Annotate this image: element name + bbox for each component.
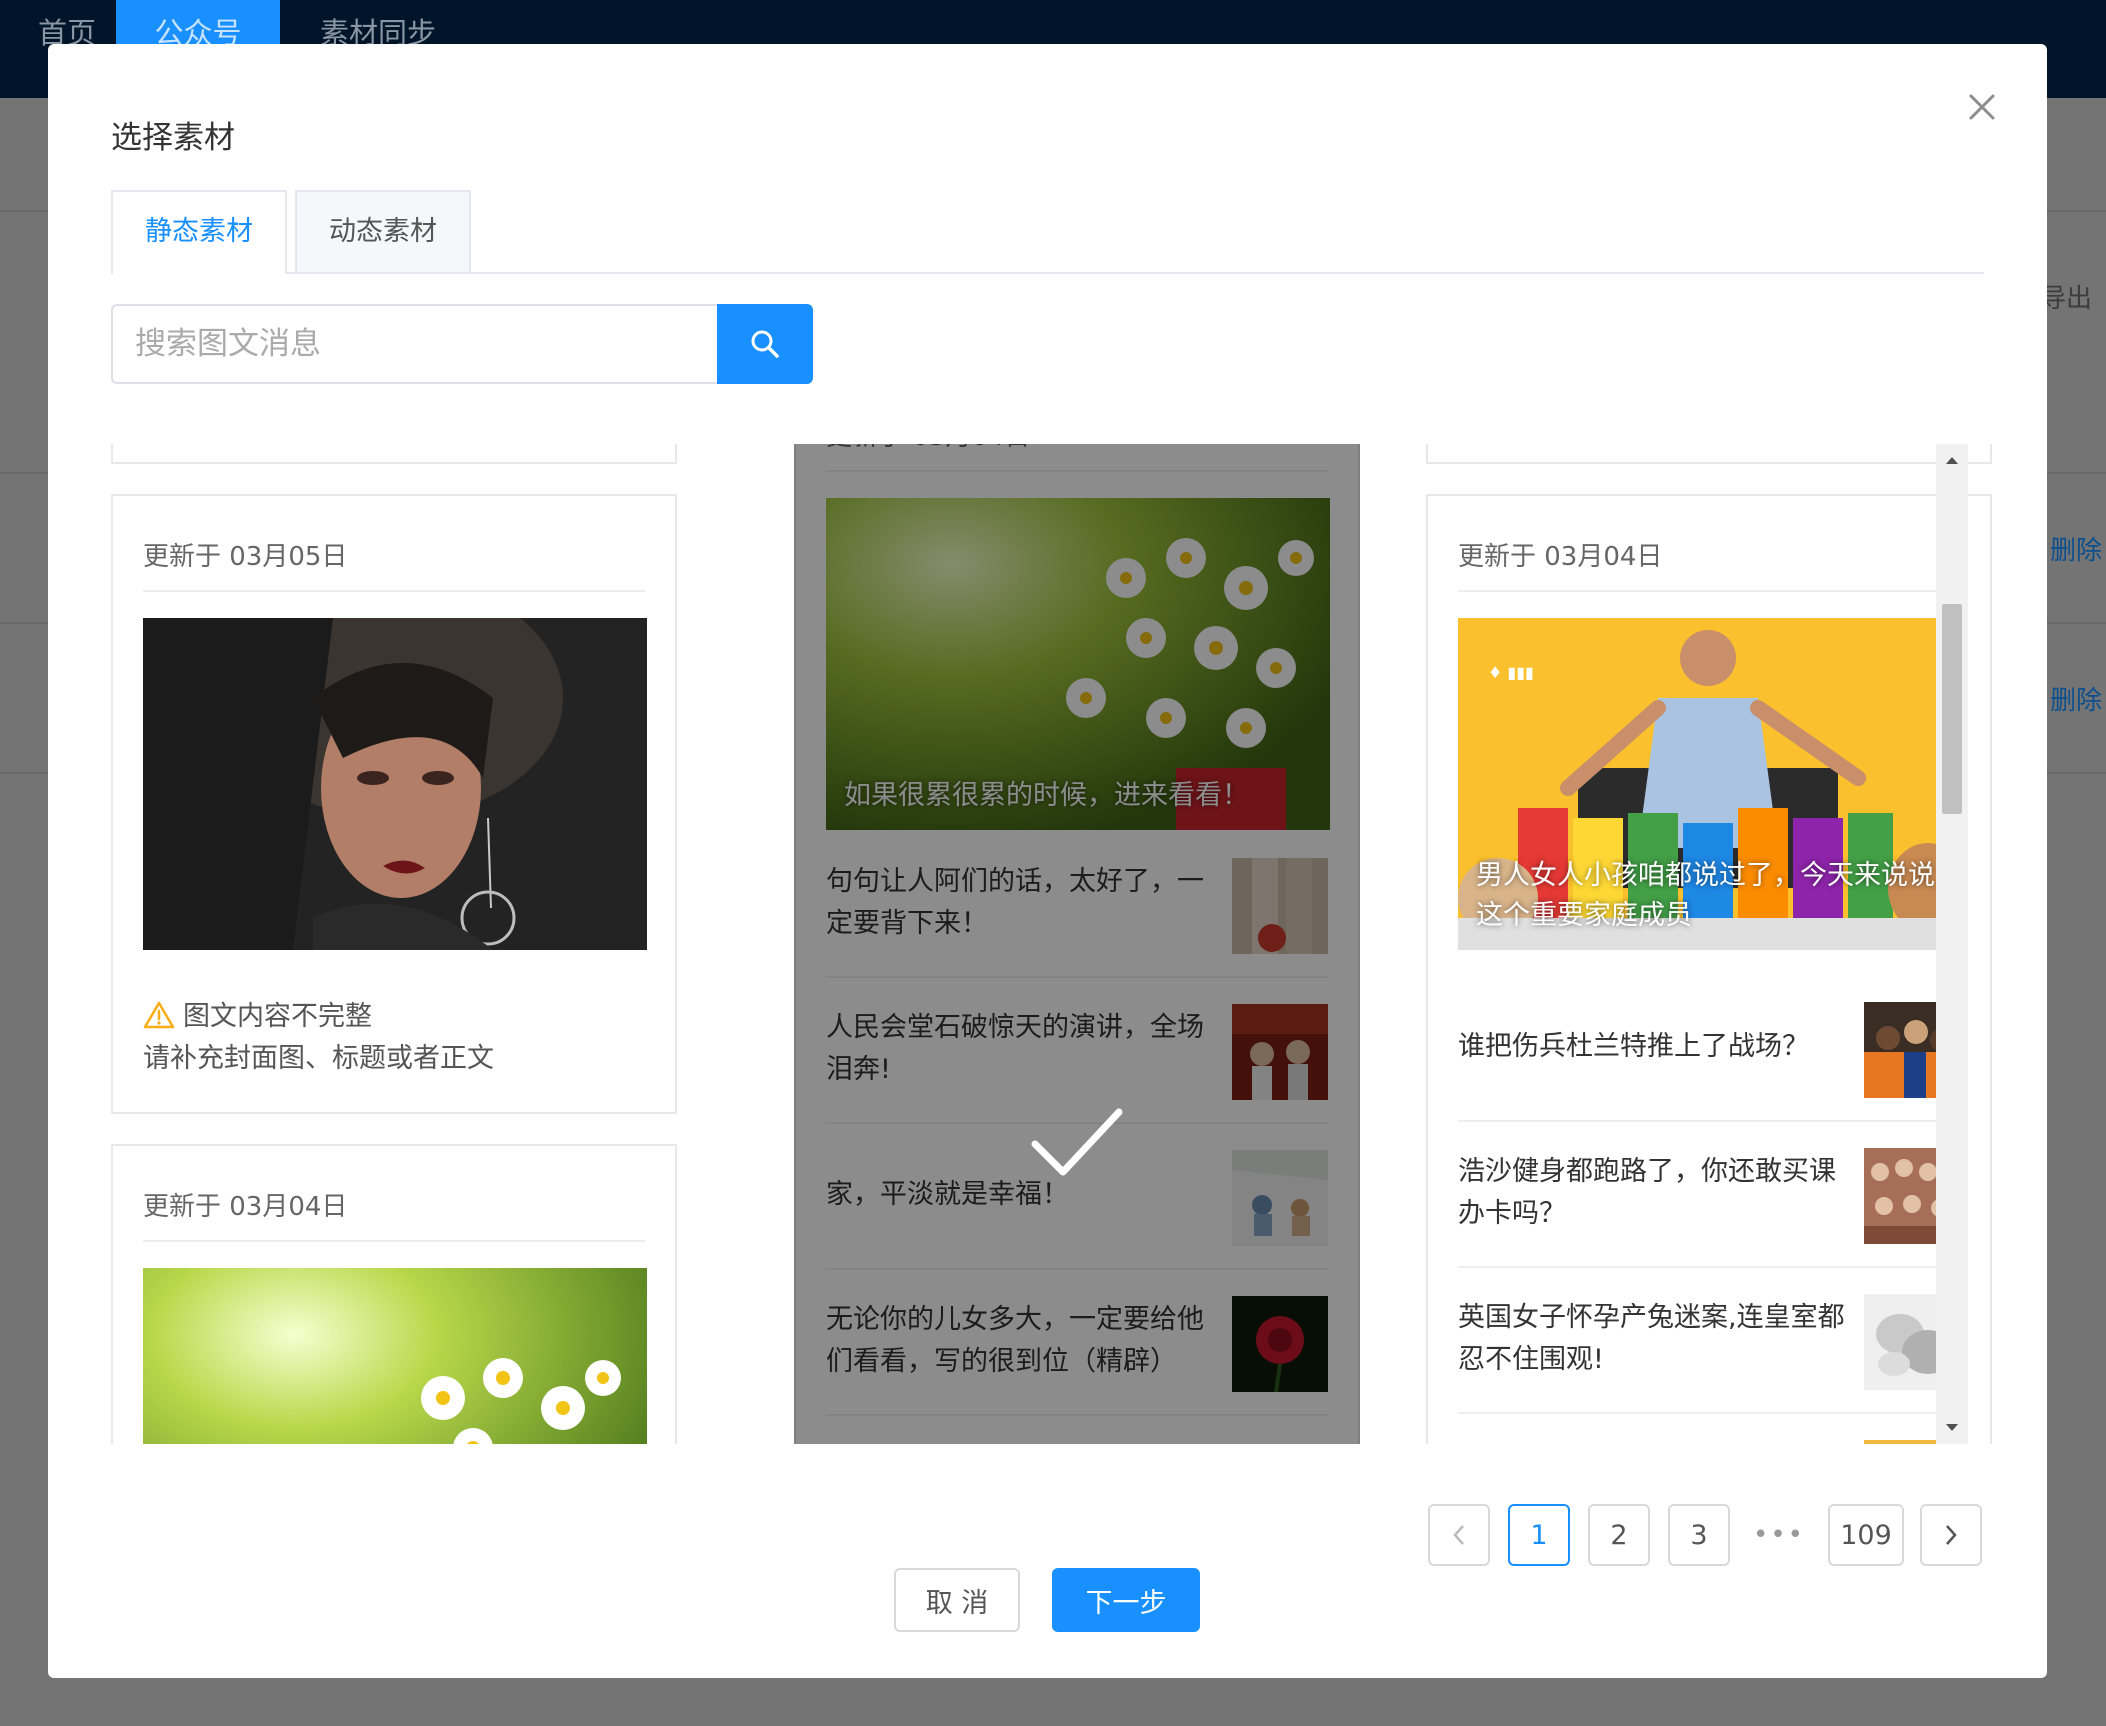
svg-text:♦ ▮▮▮: ♦ ▮▮▮ (1488, 663, 1534, 682)
warning-title: 图文内容不完整 (183, 1001, 372, 1032)
divider (143, 590, 645, 592)
pagination: 1 2 3 ••• 109 (1428, 1504, 1988, 1566)
material-card[interactable] (1426, 444, 1992, 464)
search-input[interactable] (111, 304, 717, 384)
tab-dynamic-material[interactable]: 动态素材 (295, 190, 471, 272)
article-item[interactable]: 英国女子怀孕产兔迷案,连皇室都忍不住围观! (1458, 1266, 1960, 1414)
chevron-left-icon (1453, 1525, 1464, 1545)
material-grid: 更新于 03月05日 图文内容不完整 请补充封面图、标题或者正文 更新于 03月… (111, 444, 1999, 1444)
material-card[interactable] (111, 444, 677, 464)
material-card[interactable]: 更新于 03月04日 (1426, 494, 1992, 1444)
search-icon (751, 330, 779, 358)
incomplete-warning: 图文内容不完整 请补充封面图、标题或者正文 (143, 996, 494, 1080)
delete-link[interactable]: 删除 (2050, 530, 2102, 567)
dialog-title: 选择素材 (111, 120, 235, 156)
delete-link[interactable]: 删除 (2050, 680, 2102, 717)
scroll-up-icon[interactable] (1936, 444, 1968, 476)
more-pages-ellipsis[interactable]: ••• (1748, 1504, 1810, 1566)
checkmark-icon (1031, 1108, 1123, 1176)
divider (1458, 590, 1960, 592)
close-icon[interactable] (1957, 82, 2007, 132)
article-title: 英国女子怀孕产兔迷案,连皇室都忍不住围观! (1458, 1302, 1845, 1375)
page-button-last[interactable]: 109 (1828, 1504, 1904, 1566)
chevron-right-icon (1946, 1525, 1957, 1545)
scrollbar-thumb[interactable] (1942, 604, 1962, 814)
cover-image: ♦ ▮▮▮ 男人女人小孩咱都说过了，今天来说说这个重要家庭成员 (1458, 618, 1962, 950)
article-title: 谁把伤兵杜兰特推上了战场？ (1458, 1031, 1809, 1062)
cover-image (143, 618, 647, 950)
cover-caption: 男人女人小孩咱都说过了，今天来说说这个重要家庭成员 (1476, 860, 1935, 931)
export-button[interactable]: 导出 (2040, 278, 2092, 315)
card-date: 更新于 03月04日 (1458, 542, 1663, 572)
material-card[interactable]: 更新于 03月04日 (111, 1144, 677, 1444)
material-tabs: 静态素材 动态素材 (111, 190, 1984, 274)
tab-static-material[interactable]: 静态素材 (111, 190, 287, 274)
card-date: 更新于 03月04日 (143, 1192, 348, 1222)
selected-overlay[interactable] (794, 444, 1360, 1444)
page-button-2[interactable]: 2 (1588, 1504, 1650, 1566)
card-date: 更新于 03月05日 (143, 542, 348, 572)
divider (143, 1240, 645, 1242)
warning-detail: 请补充封面图、标题或者正文 (143, 1043, 494, 1074)
article-item[interactable] (1458, 1412, 1960, 1444)
scrollbar[interactable] (1936, 444, 1968, 1444)
warning-icon (143, 1001, 175, 1029)
search-button[interactable] (717, 304, 813, 384)
scroll-down-icon[interactable] (1936, 1412, 1968, 1444)
prev-page-button[interactable] (1428, 1504, 1490, 1566)
article-item[interactable]: 浩沙健身都跑路了，你还敢买课办卡吗？ (1458, 1120, 1960, 1268)
page-button-3[interactable]: 3 (1668, 1504, 1730, 1566)
page-button-1[interactable]: 1 (1508, 1504, 1570, 1566)
search-bar (111, 304, 813, 384)
cover-image (143, 1268, 647, 1444)
article-title: 浩沙健身都跑路了，你还敢买课办卡吗？ (1458, 1156, 1836, 1229)
material-card[interactable]: 更新于 03月05日 图文内容不完整 请补充封面图、标题或者正文 (111, 494, 677, 1114)
cancel-button[interactable]: 取 消 (894, 1568, 1020, 1632)
next-step-button[interactable]: 下一步 (1052, 1568, 1200, 1632)
select-material-dialog: 选择素材 静态素材 动态素材 更新于 03月05日 (48, 44, 2047, 1678)
next-page-button[interactable] (1920, 1504, 1982, 1566)
article-item[interactable]: 谁把伤兵杜兰特推上了战场？ (1458, 974, 1960, 1122)
